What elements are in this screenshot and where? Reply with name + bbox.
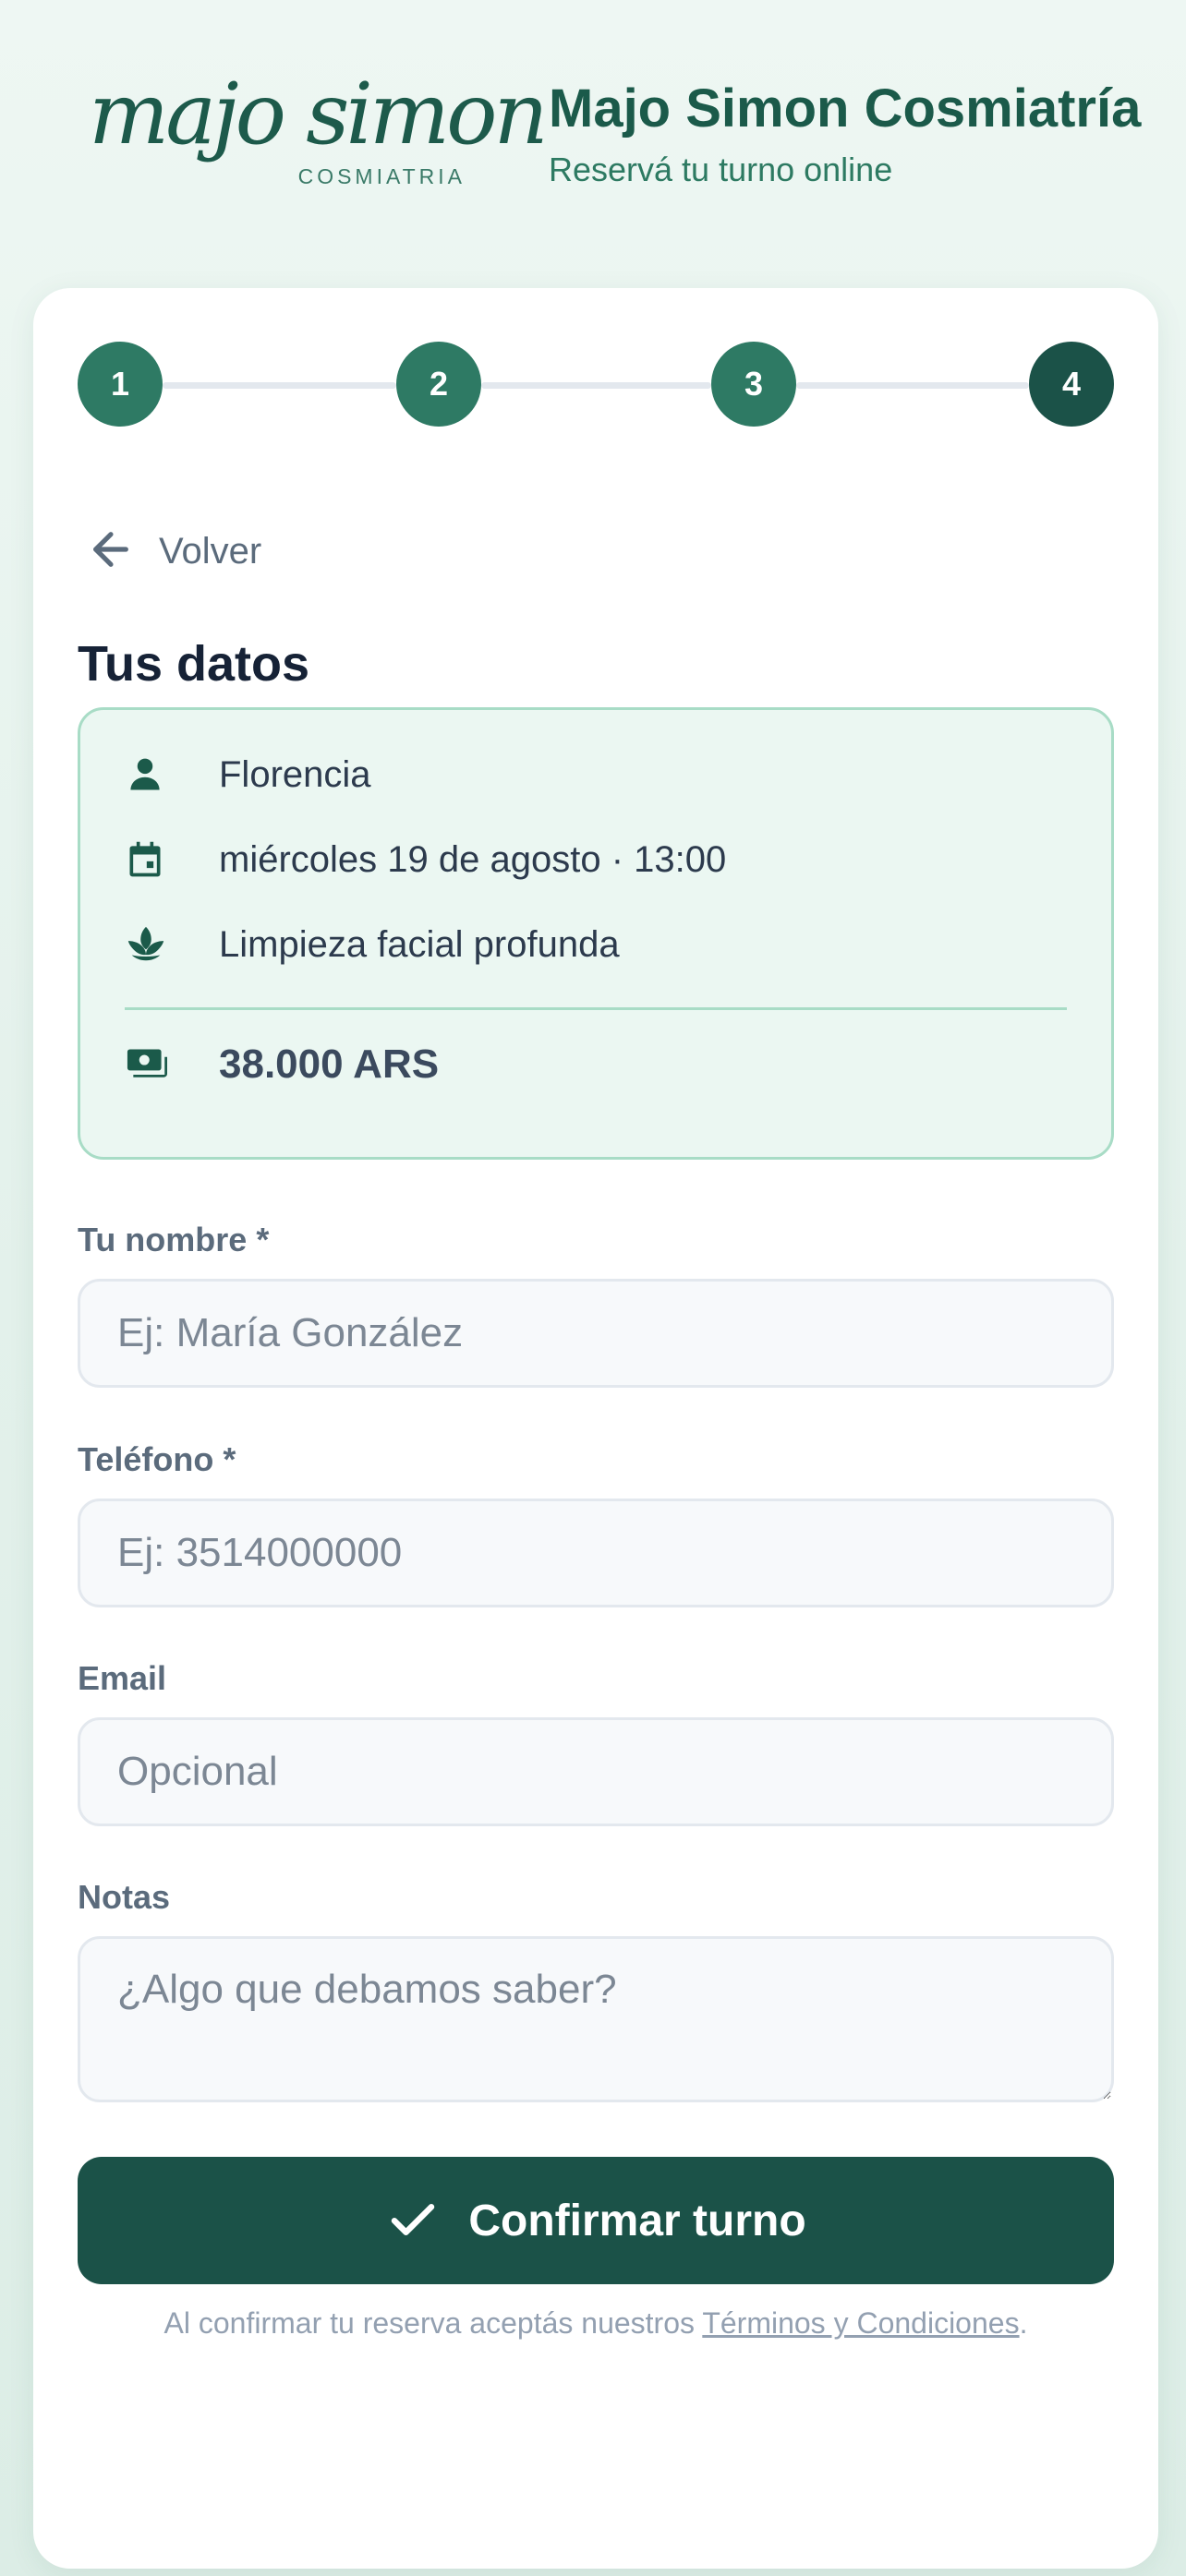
phone-label: Teléfono * bbox=[78, 1440, 236, 1478]
terms-link[interactable]: Términos y Condiciones bbox=[702, 2306, 1019, 2340]
step-connector bbox=[481, 382, 711, 389]
lotus-icon bbox=[125, 917, 180, 972]
step-connector bbox=[796, 382, 1029, 389]
page-title: Majo Simon Cosmiatría bbox=[549, 78, 1142, 138]
logo-wordmark: majo simon bbox=[89, 65, 549, 163]
summary-datetime: miércoles 19 de agosto · 13:00 bbox=[125, 832, 726, 887]
back-label: Volver bbox=[159, 530, 262, 572]
email-label: Email bbox=[78, 1659, 167, 1697]
header: majo simon COSMIATRIA Majo Simon Cosmiat… bbox=[0, 0, 1186, 277]
phone-input[interactable] bbox=[78, 1499, 1114, 1607]
person-icon bbox=[125, 747, 180, 802]
notes-label: Notas bbox=[78, 1878, 171, 1916]
name-label: Tu nombre * bbox=[78, 1221, 270, 1258]
terms-notice: Al confirmar tu reserva aceptás nuestros… bbox=[78, 2306, 1114, 2341]
name-input[interactable] bbox=[78, 1279, 1114, 1388]
booking-summary: Florencia miércoles 19 de agosto · 13:00… bbox=[78, 707, 1114, 1160]
summary-price: 38.000 ARS bbox=[125, 1037, 439, 1092]
step-3[interactable]: 3 bbox=[711, 342, 796, 427]
confirm-button[interactable]: Confirmar turno bbox=[78, 2157, 1114, 2284]
calendar-icon bbox=[125, 832, 180, 887]
terms-prefix: Al confirmar tu reserva aceptás nuestros bbox=[163, 2306, 703, 2340]
appointment-datetime: miércoles 19 de agosto · 13:00 bbox=[219, 838, 727, 880]
confirm-label: Confirmar turno bbox=[468, 2196, 806, 2245]
step-2[interactable]: 2 bbox=[396, 342, 481, 427]
step-1[interactable]: 1 bbox=[78, 342, 163, 427]
summary-service: Limpieza facial profunda bbox=[125, 917, 620, 972]
cash-icon bbox=[125, 1037, 180, 1092]
summary-divider bbox=[125, 1007, 1067, 1010]
arrow-left-icon bbox=[85, 524, 137, 580]
page-subtitle: Reservá tu turno online bbox=[549, 150, 893, 188]
service-name: Limpieza facial profunda bbox=[219, 923, 620, 965]
progress-stepper: 1 2 3 4 bbox=[78, 342, 1114, 428]
brand-logo: majo simon COSMIATRIA bbox=[89, 65, 549, 194]
step-connector bbox=[163, 382, 396, 389]
price: 38.000 ARS bbox=[219, 1041, 440, 1087]
notes-textarea[interactable] bbox=[78, 1936, 1114, 2102]
terms-suffix: . bbox=[1019, 2306, 1028, 2340]
check-icon bbox=[385, 2192, 441, 2250]
summary-professional: Florencia bbox=[125, 747, 371, 802]
email-input[interactable] bbox=[78, 1717, 1114, 1826]
logo-subtitle: COSMIATRIA bbox=[297, 164, 466, 188]
professional-name: Florencia bbox=[219, 753, 371, 795]
step-4-current: 4 bbox=[1029, 342, 1114, 427]
back-button[interactable]: Volver bbox=[85, 519, 261, 584]
section-title: Tus datos bbox=[78, 636, 310, 692]
booking-card: 1 2 3 4 Volver Tus datos Florencia miérc… bbox=[33, 288, 1158, 2569]
